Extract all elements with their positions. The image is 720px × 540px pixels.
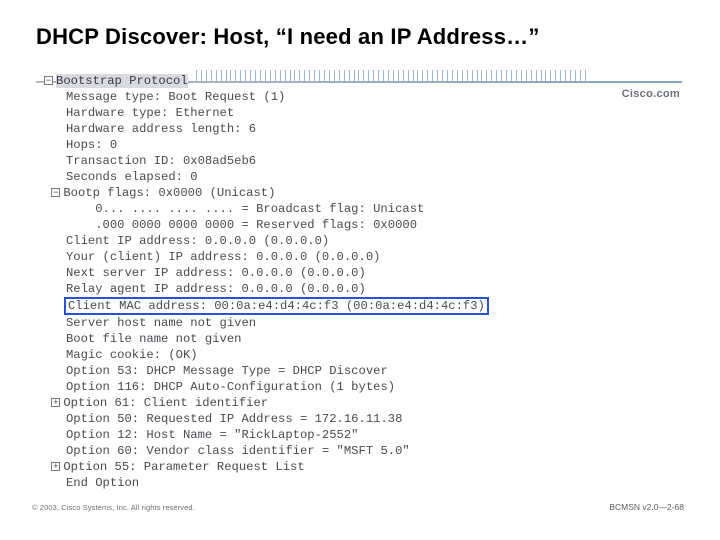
field-opt55: Option 55: Parameter Request List	[63, 460, 304, 474]
tree-collapse-icon[interactable]: −	[44, 76, 53, 85]
highlighted-mac-row: Client MAC address: 00:0a:e4:d4:4c:f3 (0…	[64, 297, 489, 315]
tree-collapse-icon[interactable]: −	[51, 188, 60, 197]
field-opt50: Option 50: Requested IP Address = 172.16…	[66, 412, 402, 426]
field-hops: Hops: 0	[66, 138, 117, 152]
cisco-logo-text: Cisco.com	[622, 88, 680, 100]
field-seconds: Seconds elapsed: 0	[66, 170, 198, 184]
field-opt60: Option 60: Vendor class identifier = "MS…	[66, 444, 410, 458]
slide-code: BCMSN v2.0—2-68	[609, 502, 684, 512]
copyright-text: © 2003, Cisco Systems, Inc. All rights r…	[32, 503, 195, 512]
field-bootp-flags: Bootp flags: 0x0000 (Unicast)	[63, 186, 275, 200]
slide-title: DHCP Discover: Host, “I need an IP Addre…	[36, 24, 540, 50]
field-xid: Transaction ID: 0x08ad5eb6	[66, 154, 256, 168]
field-your-ip: Your (client) IP address: 0.0.0.0 (0.0.0…	[66, 250, 381, 264]
field-msg-type: Message type: Boot Request (1)	[66, 90, 285, 104]
field-broadcast-flag: 0... .... .... .... = Broadcast flag: Un…	[95, 202, 424, 216]
field-relay-agent: Relay agent IP address: 0.0.0.0 (0.0.0.0…	[66, 282, 366, 296]
field-hw-type: Hardware type: Ethernet	[66, 106, 234, 120]
field-next-server: Next server IP address: 0.0.0.0 (0.0.0.0…	[66, 266, 366, 280]
field-reserved-flags: .000 0000 0000 0000 = Reserved flags: 0x…	[95, 218, 417, 232]
field-boot-file: Boot file name not given	[66, 332, 242, 346]
field-end-option: End Option	[66, 476, 139, 490]
tree-expand-icon[interactable]: +	[51, 398, 60, 407]
field-opt116: Option 116: DHCP Auto-Configuration (1 b…	[66, 380, 395, 394]
field-hw-len: Hardware address length: 6	[66, 122, 256, 136]
field-opt12: Option 12: Host Name = "RickLaptop-2552"	[66, 428, 359, 442]
field-server-hostname: Server host name not given	[66, 316, 256, 330]
field-magic-cookie: Magic cookie: (OK)	[66, 348, 198, 362]
bootstrap-header: Bootstrap Protocol	[56, 74, 188, 88]
packet-decode: −Bootstrap Protocol Message type: Boot R…	[44, 73, 604, 491]
field-client-ip: Client IP address: 0.0.0.0 (0.0.0.0)	[66, 234, 329, 248]
tree-expand-icon[interactable]: +	[51, 462, 60, 471]
field-opt53: Option 53: DHCP Message Type = DHCP Disc…	[66, 364, 388, 378]
field-client-mac: Client MAC address: 00:0a:e4:d4:4c:f3 (0…	[68, 299, 485, 313]
field-opt61: Option 61: Client identifier	[63, 396, 268, 410]
